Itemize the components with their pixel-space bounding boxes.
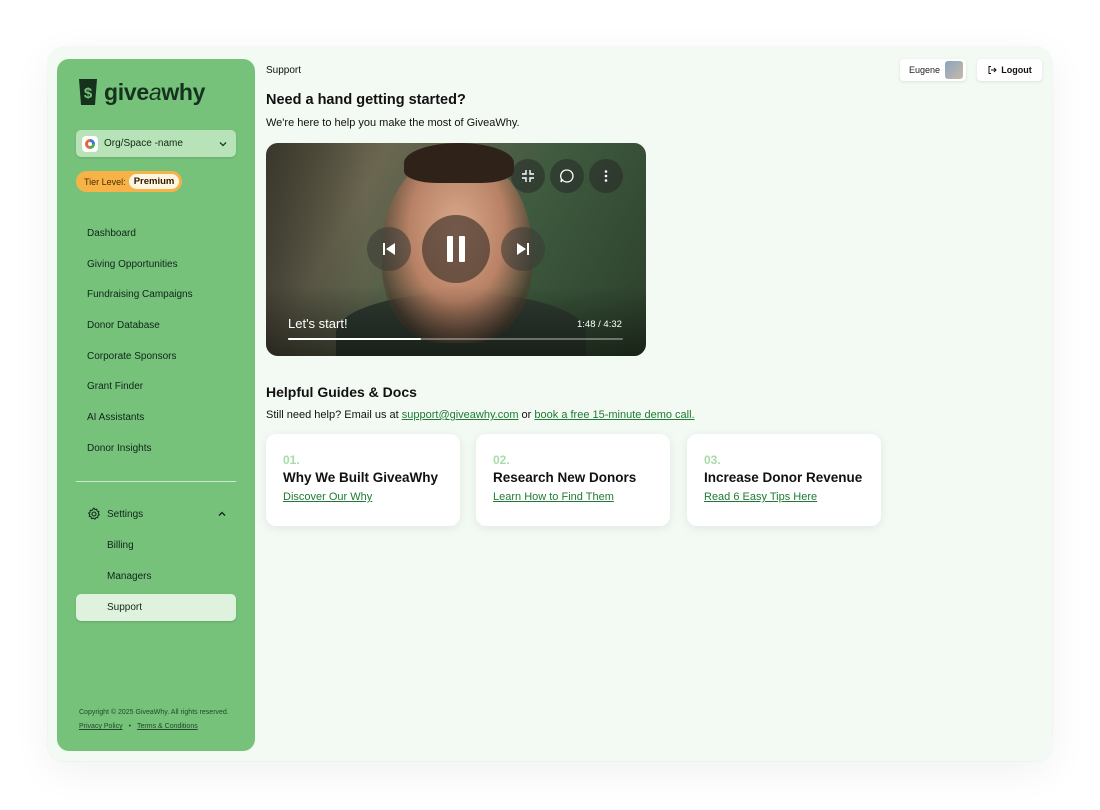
- guides-title: Helpful Guides & Docs: [266, 384, 417, 400]
- video-progress-bar[interactable]: [288, 338, 623, 340]
- guide-card-link[interactable]: Discover Our Why: [283, 491, 372, 503]
- sidebar-item-billing[interactable]: Billing: [107, 540, 134, 551]
- page-title: Need a hand getting started?: [266, 92, 466, 108]
- copyright-text: Copyright © 2025 GiveaWhy. All rights re…: [79, 709, 229, 716]
- chevron-down-icon: [219, 141, 227, 146]
- guide-card[interactable]: 01. Why We Built GiveaWhy Discover Our W…: [266, 434, 460, 526]
- more-options-button[interactable]: [589, 159, 623, 193]
- org-space-name: Org/Space -name: [104, 138, 183, 149]
- minimize-icon: [522, 170, 534, 182]
- guide-card[interactable]: 03. Increase Donor Revenue Read 6 Easy T…: [687, 434, 881, 526]
- sidebar-item-grant-finder[interactable]: Grant Finder: [87, 381, 193, 412]
- svg-text:$: $: [84, 85, 93, 102]
- next-button[interactable]: [501, 227, 545, 271]
- guide-card-title: Increase Donor Revenue: [704, 470, 863, 485]
- video-subject-hair: [404, 143, 514, 183]
- guide-card[interactable]: 02. Research New Donors Learn How to Fin…: [476, 434, 670, 526]
- sidebar-item-managers[interactable]: Managers: [107, 571, 151, 582]
- pause-icon: [447, 236, 465, 262]
- sidebar-item-fundraising-campaigns[interactable]: Fundraising Campaigns: [87, 289, 193, 320]
- pause-button[interactable]: [422, 215, 490, 283]
- gear-icon: [88, 507, 100, 520]
- help-text: Still need help? Email us at support@giv…: [266, 409, 695, 421]
- brand-logo[interactable]: $ giveawhy: [77, 77, 205, 107]
- demo-call-link[interactable]: book a free 15-minute demo call.: [534, 409, 694, 421]
- logout-label: Logout: [1001, 65, 1032, 75]
- terms-link[interactable]: Terms & Conditions: [137, 723, 198, 730]
- chevron-up-icon[interactable]: [217, 509, 227, 519]
- org-space-select[interactable]: Org/Space -name: [76, 130, 236, 157]
- breadcrumb: Support: [266, 65, 302, 76]
- more-vertical-icon: [604, 170, 608, 182]
- sidebar-item-giving-opportunities[interactable]: Giving Opportunities: [87, 259, 193, 290]
- sidebar-divider: [76, 481, 236, 482]
- video-time: 1:48 / 4:32: [577, 319, 622, 330]
- logo-icon: $: [79, 79, 97, 105]
- org-icon: [82, 135, 98, 152]
- tier-value: Premium: [128, 174, 180, 189]
- brand-name: giveawhy: [104, 78, 206, 105]
- sidebar-item-settings[interactable]: Settings: [87, 507, 227, 521]
- sidebar-item-donor-database[interactable]: Donor Database: [87, 320, 193, 351]
- page-subtitle: We're here to help you make the most of …: [266, 117, 520, 129]
- sidebar-item-ai-assistants[interactable]: AI Assistants: [87, 412, 193, 443]
- avatar: [945, 61, 963, 79]
- guide-card-number: 02.: [493, 453, 510, 467]
- tier-badge: Tier Level: Premium: [76, 171, 183, 192]
- guide-card-title: Why We Built GiveaWhy: [283, 470, 439, 485]
- skip-back-icon: [383, 243, 395, 255]
- tier-label: Tier Level:: [84, 176, 126, 187]
- previous-button[interactable]: [367, 227, 411, 271]
- sidebar-item-corporate-sponsors[interactable]: Corporate Sponsors: [87, 351, 193, 382]
- minimize-button[interactable]: [511, 159, 545, 193]
- guide-card-link[interactable]: Read 6 Easy Tips Here: [704, 491, 817, 503]
- privacy-policy-link[interactable]: Privacy Policy: [79, 723, 123, 730]
- sidebar-item-support[interactable]: Support: [76, 594, 236, 621]
- support-email-link[interactable]: support@giveawhy.com: [402, 409, 519, 421]
- chat-button[interactable]: [550, 159, 584, 193]
- legal-links: Privacy Policy • Terms & Conditions: [79, 723, 198, 730]
- user-menu[interactable]: Eugene: [900, 59, 966, 81]
- sidebar-nav: Dashboard Giving Opportunities Fundraisi…: [87, 228, 193, 474]
- guide-card-link[interactable]: Learn How to Find Them: [493, 491, 614, 503]
- settings-label: Settings: [107, 508, 144, 520]
- chat-icon: [560, 169, 574, 183]
- sidebar-item-donor-insights[interactable]: Donor Insights: [87, 443, 193, 474]
- video-progress-fill: [288, 338, 422, 340]
- video-title: Let's start!: [288, 316, 348, 331]
- guide-card-number: 01.: [283, 453, 300, 467]
- user-name: Eugene: [909, 65, 941, 75]
- sidebar-item-dashboard[interactable]: Dashboard: [87, 228, 193, 259]
- logout-icon: [988, 66, 997, 74]
- skip-forward-icon: [517, 243, 529, 255]
- guide-card-number: 03.: [704, 453, 721, 467]
- legal-separator: •: [128, 723, 132, 730]
- logout-button[interactable]: Logout: [977, 59, 1042, 81]
- guide-card-title: Research New Donors: [493, 470, 637, 485]
